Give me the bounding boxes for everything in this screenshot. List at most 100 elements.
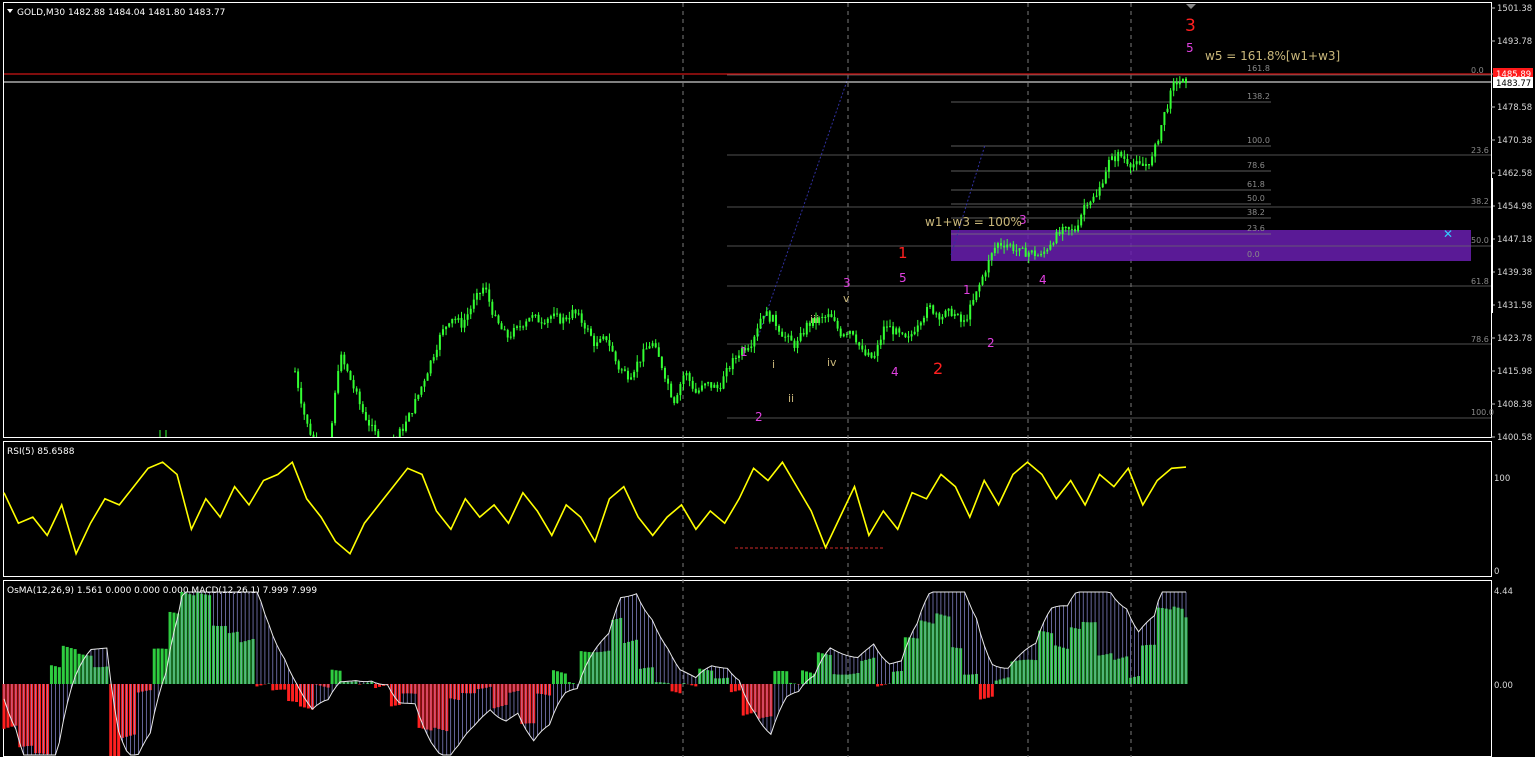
wave-label-minor: i xyxy=(772,358,775,371)
candle-body xyxy=(645,348,648,350)
osma-bar xyxy=(271,684,275,691)
candle-body xyxy=(454,318,457,320)
trend-line[interactable] xyxy=(756,77,849,341)
candle-body xyxy=(549,316,552,319)
candle-body xyxy=(512,327,515,337)
candle-body xyxy=(889,326,892,328)
candle-body xyxy=(1043,251,1046,254)
candle-body xyxy=(306,414,309,424)
candle-body xyxy=(451,318,454,324)
osma-bar xyxy=(563,673,567,684)
candle-body xyxy=(571,309,574,319)
candle-body xyxy=(309,423,312,435)
candle-body xyxy=(1095,195,1098,197)
trend-lines xyxy=(756,77,986,341)
candle-body xyxy=(300,387,303,404)
osma-bar xyxy=(880,684,884,686)
candle-body xyxy=(565,317,568,320)
candle-body xyxy=(1030,250,1033,253)
candle-body xyxy=(845,333,848,335)
candle-body xyxy=(334,392,337,424)
osma-histogram xyxy=(2,592,1188,756)
wave-label-minor: v xyxy=(843,292,850,305)
rsi-scale-top: 100 xyxy=(1494,474,1510,484)
candle-body xyxy=(916,325,919,332)
candle-body xyxy=(546,318,549,323)
wave-label-magenta: 5 xyxy=(1186,41,1194,55)
shift-marker-icon[interactable] xyxy=(1186,4,1196,9)
candle-body xyxy=(1055,231,1058,244)
osma-bar xyxy=(152,648,156,684)
w5-annotation: w5 = 161.8%[w1+w3] xyxy=(1205,49,1340,63)
cross-marker-icon[interactable]: ✕ xyxy=(1443,227,1453,241)
candle-body xyxy=(716,384,719,389)
osma-bar xyxy=(69,648,73,684)
scrollbar-thumb[interactable] xyxy=(1491,178,1493,313)
candle-body xyxy=(580,313,583,323)
candle-body xyxy=(294,371,296,373)
candle-body xyxy=(577,313,580,315)
osma-bar xyxy=(53,666,57,684)
candle-body xyxy=(528,317,531,322)
candle-body xyxy=(525,321,528,327)
candle-body xyxy=(1052,243,1055,245)
candle-body xyxy=(633,371,636,378)
candle-body xyxy=(932,305,935,314)
candle-body xyxy=(855,334,858,343)
candle-body xyxy=(898,328,901,333)
candle-body xyxy=(482,287,485,294)
candle-body xyxy=(593,335,596,347)
fibo-outer-label: 61.8 xyxy=(1471,277,1489,286)
osma-bar xyxy=(57,667,61,684)
candle-body xyxy=(475,293,478,300)
candle-body xyxy=(1107,159,1110,172)
candle-body xyxy=(420,386,423,395)
candle-body xyxy=(435,349,438,358)
candle-body xyxy=(802,332,805,335)
osma-bar xyxy=(876,684,880,687)
candle-body xyxy=(426,373,429,381)
candle-body xyxy=(589,328,592,336)
candle-body xyxy=(423,380,426,387)
candle-body xyxy=(1058,231,1061,235)
candle-body xyxy=(694,388,697,393)
osma-bar xyxy=(559,672,563,684)
candle-body xyxy=(1132,164,1135,168)
fibo-inner-label: 161.8 xyxy=(1247,64,1270,73)
osma-bar xyxy=(990,684,994,697)
candle-body xyxy=(478,293,481,295)
candle-body xyxy=(784,336,787,338)
candle-body xyxy=(879,339,882,346)
wave-label-minor: iv xyxy=(827,356,837,369)
candle-body xyxy=(827,314,830,318)
candle-body xyxy=(787,335,790,337)
wave-label-magenta: 4 xyxy=(1039,273,1047,287)
collapse-triangle-icon[interactable] xyxy=(7,9,13,13)
candle-body xyxy=(1148,164,1151,166)
candle-body xyxy=(371,424,374,426)
candle-body xyxy=(441,329,444,335)
candle-body xyxy=(1092,196,1095,202)
osma-bar xyxy=(555,671,559,684)
candle-body xyxy=(337,371,340,393)
candle-body xyxy=(1009,244,1012,246)
candle-body xyxy=(377,431,380,437)
candle-body xyxy=(987,260,990,273)
candle-body xyxy=(919,322,922,326)
candle-body xyxy=(892,326,895,335)
candle-body xyxy=(1018,248,1021,251)
candle-body xyxy=(401,428,404,431)
candle-body xyxy=(1104,171,1107,184)
candle-body xyxy=(688,373,691,381)
candle-body xyxy=(1151,156,1154,166)
candle-body xyxy=(778,325,781,332)
candle-body xyxy=(537,314,540,323)
candle-body xyxy=(457,317,460,320)
candle-body xyxy=(953,314,956,316)
osma-bar xyxy=(160,648,164,684)
fibo-outer-label: 38.2 xyxy=(1471,197,1489,206)
osma-bar xyxy=(690,684,694,686)
candle-body xyxy=(719,388,722,390)
candle-body xyxy=(907,336,910,338)
candle-body xyxy=(1157,140,1160,145)
